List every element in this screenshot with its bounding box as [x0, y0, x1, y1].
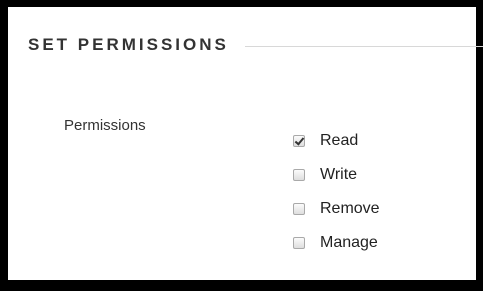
section-header: SET PERMISSIONS	[28, 35, 483, 55]
permission-option-manage[interactable]: Manage	[293, 226, 380, 260]
permissions-label: Permissions	[64, 117, 146, 134]
permissions-checkbox-group: Read Write Remove Manage	[293, 124, 380, 260]
permission-option-read[interactable]: Read	[293, 124, 380, 158]
write-checkbox[interactable]	[293, 169, 305, 181]
read-label[interactable]: Read	[320, 132, 358, 150]
read-checkbox[interactable]	[293, 135, 305, 147]
permission-option-write[interactable]: Write	[293, 158, 380, 192]
window-frame: SET PERMISSIONS Permissions Read Write R…	[0, 0, 483, 291]
permission-option-remove[interactable]: Remove	[293, 192, 380, 226]
remove-label[interactable]: Remove	[320, 200, 380, 218]
section-title: SET PERMISSIONS	[28, 35, 229, 54]
section-divider	[244, 45, 483, 47]
permissions-panel: SET PERMISSIONS Permissions Read Write R…	[8, 7, 483, 280]
write-label[interactable]: Write	[320, 166, 357, 184]
manage-checkbox[interactable]	[293, 237, 305, 249]
remove-checkbox[interactable]	[293, 203, 305, 215]
manage-label[interactable]: Manage	[320, 234, 378, 252]
